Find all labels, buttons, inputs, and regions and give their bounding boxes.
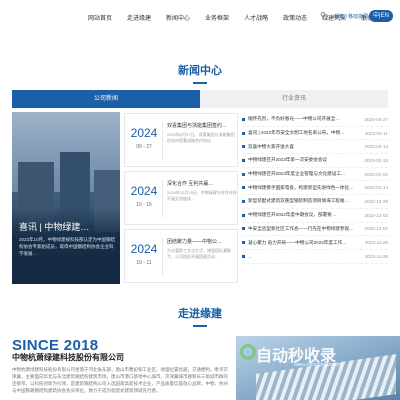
card-year: 2024 — [130, 184, 158, 198]
nav-item-business[interactable]: 业务框架 — [205, 13, 229, 22]
title-underline — [193, 82, 207, 84]
list-item[interactable]: 中物绿建召开2022年度中期会议，部署要… 2022-12-02 — [242, 209, 388, 223]
card-title[interactable]: 双喜集团与浙能集团签约… — [167, 122, 237, 129]
bullet-icon — [242, 241, 245, 245]
card-year: 2024 — [130, 126, 158, 140]
featured-title[interactable]: 喜讯 | 中物绿建… — [19, 220, 89, 233]
list-item[interactable]: 中物绿建召开2023年第一次安委会会议 2023-02-15 — [242, 154, 388, 168]
bullet-icon — [242, 213, 245, 217]
list-item-date: 2022-12-02 — [364, 212, 389, 218]
list-item-date: 2022-12-29 — [364, 198, 389, 204]
nav-item-news[interactable]: 新闻中心 — [166, 13, 190, 22]
list-item-date: 2023-02-11 — [364, 130, 388, 136]
language-switch-button[interactable]: 中|EN — [369, 10, 393, 22]
list-item-date: 2022-12-02 — [364, 226, 389, 232]
bullet-icon — [242, 131, 245, 135]
card-divider — [162, 122, 163, 160]
search-icon[interactable]: ⚲ — [320, 11, 326, 20]
bullet-icon — [242, 199, 245, 203]
card-title[interactable]: 深化合作 互利共赢… — [167, 180, 237, 187]
tab-company-news[interactable]: 公司新闻 — [12, 90, 200, 108]
list-item-title[interactable]: 新型装配式建筑双重型钢装制造项目填海工程竣… — [248, 198, 362, 204]
list-item[interactable]: 中物绿建携手国家电投，构建新型先进绿色一体化… 2023-01-14 — [242, 181, 389, 196]
news-card[interactable]: 2024 09 - 27 双喜集团与浙能集团签约… 2024年9月27日，双喜集… — [124, 113, 238, 167]
company-name: 中物杭萧绿建科技股份有限公司 — [12, 353, 124, 362]
card-date: 10 - 11 — [136, 260, 152, 266]
list-item[interactable]: 中安全造型新社区工作会——行先在中物绿建参观… 2022-12-02 — [242, 223, 388, 237]
list-item-title[interactable]: 双喜中物大家开送大喜 — [248, 144, 362, 150]
news-card[interactable]: 2024 10 - 15 深化合作 互利共赢… 2024年10月15日，中物绿建… — [124, 171, 238, 225]
list-item-title[interactable]: 中安全造型新社区工作会——行先在中物绿建参观… — [248, 226, 362, 232]
watermark-url: www.zidongmiao.com — [294, 362, 343, 368]
nav-item-talent[interactable]: 人才战略 — [244, 13, 268, 22]
card-date: 10 - 15 — [136, 202, 152, 208]
card-year: 2024 — [130, 242, 158, 256]
list-item-title[interactable]: … — [248, 254, 362, 259]
featured-description: 2023年10月，中物绿建被科技部认定为中国钢结构协会专家组成员，取得中国钢结构… — [19, 237, 116, 256]
list-item-title[interactable]: 喜讯 | 2022年市安全文明工地名单公布，中物… — [248, 130, 362, 136]
list-item-date: 2023-01-14 — [364, 185, 389, 191]
news-card[interactable]: 2024 10 - 11 团结聚力量——中物公… 为丰富职工文化生活，增强团队凝… — [124, 229, 238, 283]
nav-item-home[interactable]: 网站首页 — [88, 13, 112, 22]
list-item-date: 2023-02-15 — [364, 157, 389, 163]
about-image: 自动秒收录 www.zidongmiao.com — [236, 336, 400, 400]
list-item[interactable]: 中物绿建召开2023年度企业管理与文化建设工… 2023-02-02 — [242, 168, 388, 182]
about-description: 中物杭萧绿建科技股份有限公司坐落于河北省东部，唐山市曹妃甸工业区，地理位置优越，… — [12, 367, 228, 393]
title-underline — [193, 325, 207, 327]
card-description: 2024年10月15日，中物绿建与合作伙伴开展交流座谈… — [167, 190, 237, 201]
watermark-logo-icon — [240, 344, 256, 360]
list-item-title[interactable]: 中物绿建召开2023年度企业管理与文化建设工… — [248, 171, 362, 177]
list-item-title[interactable]: 中物绿建携手国家电投，构建新型先进绿色一体化… — [248, 185, 362, 191]
list-item[interactable]: 缅怀先烈，不负好春光——中物公司开展全… 2024-04-27 — [242, 113, 388, 127]
card-divider — [162, 180, 163, 218]
bullet-icon — [242, 158, 245, 162]
bullet-icon — [242, 117, 245, 121]
bullet-icon — [242, 227, 245, 231]
news-tabs: 公司新闻 行业资讯 — [12, 90, 388, 108]
about-section-title: 走进缘建 — [0, 305, 400, 327]
about-section-heading: 走进缘建 — [178, 308, 222, 320]
bullet-icon — [242, 186, 245, 190]
card-description: 2024年9月27日，双喜集团与浙能集团在杭州签署战略合作协议… — [167, 132, 235, 143]
list-item-date: 2023-02-02 — [364, 171, 389, 177]
nav-item-about[interactable]: 走进缘建 — [127, 13, 151, 22]
list-item[interactable]: … 2022-11-28 — [242, 250, 388, 264]
bullet-icon — [242, 145, 245, 149]
list-item-date: 2022-11-28 — [364, 240, 388, 246]
list-item-title[interactable]: 凝心聚力 奋力开局——中物公司2023年度工作… — [248, 240, 362, 246]
nav-item-policy[interactable]: 政策动态 — [283, 13, 307, 22]
list-item[interactable]: 新型装配式建筑双重型钢装制造项目填海工程竣… 2022-12-29 — [242, 195, 388, 209]
featured-news-card[interactable]: 喜讯 | 中物绿建… 2023年10月，中物绿建被科技部认定为中国钢结构协会专家… — [12, 112, 120, 284]
list-item[interactable]: 双喜中物大家开送大喜 2023-03-13 — [242, 140, 389, 155]
news-section-heading: 新闻中心 — [178, 65, 222, 77]
list-item[interactable]: 凝心聚力 奋力开局——中物公司2023年度工作… 2022-11-28 — [242, 236, 388, 250]
tab-industry-news[interactable]: 行业资讯 — [200, 90, 388, 108]
list-item-date: 2023-03-13 — [364, 144, 389, 150]
top-nav: 网站首页 走进缘建 新闻中心 业务框架 人才战略 政策动态 绿建风采 联系我们 … — [0, 0, 400, 34]
email-link[interactable]: 邮箱 | 移动协同 — [334, 13, 368, 20]
list-item-title[interactable]: 中物绿建召开2023年第一次安委会会议 — [248, 157, 362, 163]
list-item-title[interactable]: 中物绿建召开2022年度中期会议，部署要… — [248, 212, 362, 218]
list-item-title[interactable]: 缅怀先烈，不负好春光——中物公司开展全… — [248, 116, 362, 122]
bullet-icon — [242, 254, 245, 258]
card-divider — [162, 238, 163, 276]
card-date: 09 - 27 — [136, 144, 152, 150]
news-section-title: 新闻中心 — [0, 62, 400, 84]
bullet-icon — [242, 172, 245, 176]
card-description: 为丰富职工文化生活，增强团队凝聚力，公司组织开展团建活动… — [167, 248, 231, 259]
list-item-date: 2022-11-28 — [364, 253, 388, 259]
card-title[interactable]: 团结聚力量——中物公… — [167, 238, 237, 245]
list-item-date: 2024-04-27 — [364, 116, 389, 122]
list-item[interactable]: 喜讯 | 2022年市安全文明工地名单公布，中物… 2023-02-11 — [242, 127, 388, 141]
news-list: 缅怀先烈，不负好春光——中物公司开展全… 2024-04-27 喜讯 | 2022… — [242, 113, 388, 264]
